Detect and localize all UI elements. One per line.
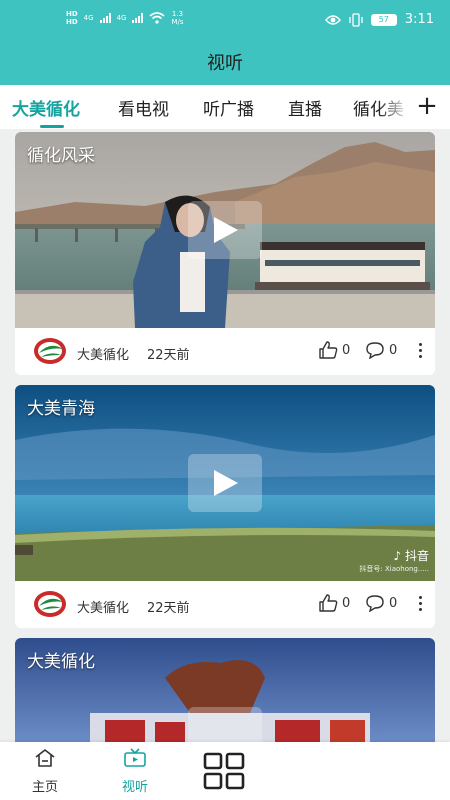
signal-icon xyxy=(99,13,111,23)
home-icon xyxy=(35,749,55,767)
video-thumbnail[interactable]: 大美青海 ♪ 抖音 抖音号: Xiaohong..... xyxy=(15,385,435,581)
signal-icon-2 xyxy=(132,13,144,23)
source-name: 大美循化 xyxy=(77,601,130,616)
like-count: 0 xyxy=(342,595,351,611)
source-logo-icon xyxy=(34,338,66,364)
card-meta: 大美循化 22天前 0 0 xyxy=(15,581,435,628)
publish-time: 22天前 xyxy=(147,348,190,363)
battery-indicator: 57 xyxy=(370,13,397,26)
tv-icon xyxy=(124,748,146,767)
plus-icon[interactable]: + xyxy=(412,89,442,123)
publish-time: 22天前 xyxy=(147,601,190,616)
category-tabs: 大美循化 看电视 听广播 直播 循化美 + xyxy=(0,85,450,129)
thumbs-up-icon xyxy=(319,341,338,359)
douyin-watermark: ♪ 抖音 抖音号: Xiaohong..... xyxy=(359,547,429,574)
comment-button[interactable]: 0 xyxy=(365,594,397,612)
card-title: 大美青海 xyxy=(27,399,95,419)
video-thumbnail[interactable]: 大美循化 xyxy=(15,638,435,742)
source-name: 大美循化 xyxy=(77,348,130,363)
like-button[interactable]: 0 xyxy=(318,594,350,612)
comment-icon xyxy=(366,595,384,612)
eye-icon xyxy=(324,14,341,25)
tab-damei-xunhua[interactable]: 大美循化 xyxy=(12,95,80,120)
like-count: 0 xyxy=(342,342,351,358)
network-label-b: 4G xyxy=(116,14,127,22)
watermark-id: 抖音号: Xiaohong..... xyxy=(359,565,429,573)
video-card[interactable]: 大美青海 ♪ 抖音 抖音号: Xiaohong..... 大美循化 22天前 0… xyxy=(15,385,435,628)
watermark-label: 抖音 xyxy=(404,549,429,563)
card-title: 循化风采 xyxy=(27,146,95,166)
tiktok-icon: ♪ xyxy=(393,549,402,563)
nav-home-label: 主页 xyxy=(31,780,58,795)
play-button[interactable] xyxy=(188,201,262,259)
tab-watch-tv[interactable]: 看电视 xyxy=(118,95,169,120)
card-meta: 大美循化 22天前 0 0 xyxy=(15,328,435,375)
wifi-icon xyxy=(149,12,165,24)
status-bar: HD HD 4G 4G 1.3 M/s 57 3:11 xyxy=(0,0,450,40)
video-card[interactable]: 循化风采 大美循化 22天前 0 0 xyxy=(15,132,435,375)
grid-icon[interactable] xyxy=(203,752,245,790)
play-button[interactable] xyxy=(188,454,262,512)
nav-home[interactable]: 主页 xyxy=(15,748,75,795)
thumbs-up-icon xyxy=(319,594,338,612)
comment-count: 0 xyxy=(389,595,398,611)
app-header: HD HD 4G 4G 1.3 M/s 57 3:11 视听 xyxy=(0,0,450,85)
play-button[interactable] xyxy=(188,707,262,742)
more-options-icon[interactable] xyxy=(413,593,427,615)
play-icon xyxy=(214,217,238,243)
tab-fade xyxy=(378,85,410,129)
tab-live[interactable]: 直播 xyxy=(288,95,322,120)
vibrate-icon xyxy=(349,12,363,27)
play-icon xyxy=(214,470,238,496)
tab-listen-radio[interactable]: 听广播 xyxy=(203,95,254,120)
more-options-icon[interactable] xyxy=(413,340,427,362)
clock: 3:11 xyxy=(404,12,434,27)
hd-indicator: HD HD xyxy=(66,10,78,26)
nav-audiovisual-label: 视听 xyxy=(121,780,148,795)
source-logo-icon xyxy=(34,591,66,617)
card-title: 大美循化 xyxy=(27,652,95,672)
network-label-a: 4G xyxy=(83,14,94,22)
bottom-navigation: 主页 视听 xyxy=(0,742,450,800)
active-tab-indicator xyxy=(40,125,64,128)
like-button[interactable]: 0 xyxy=(318,341,350,359)
comment-icon xyxy=(366,342,384,359)
network-speed: 1.3 M/s xyxy=(171,10,184,26)
video-card[interactable]: 大美循化 xyxy=(15,638,435,742)
page-title: 视听 xyxy=(207,53,243,74)
comment-button[interactable]: 0 xyxy=(365,341,397,359)
video-thumbnail[interactable]: 循化风采 xyxy=(15,132,435,328)
comment-count: 0 xyxy=(389,342,398,358)
nav-audiovisual[interactable]: 视听 xyxy=(105,748,165,795)
